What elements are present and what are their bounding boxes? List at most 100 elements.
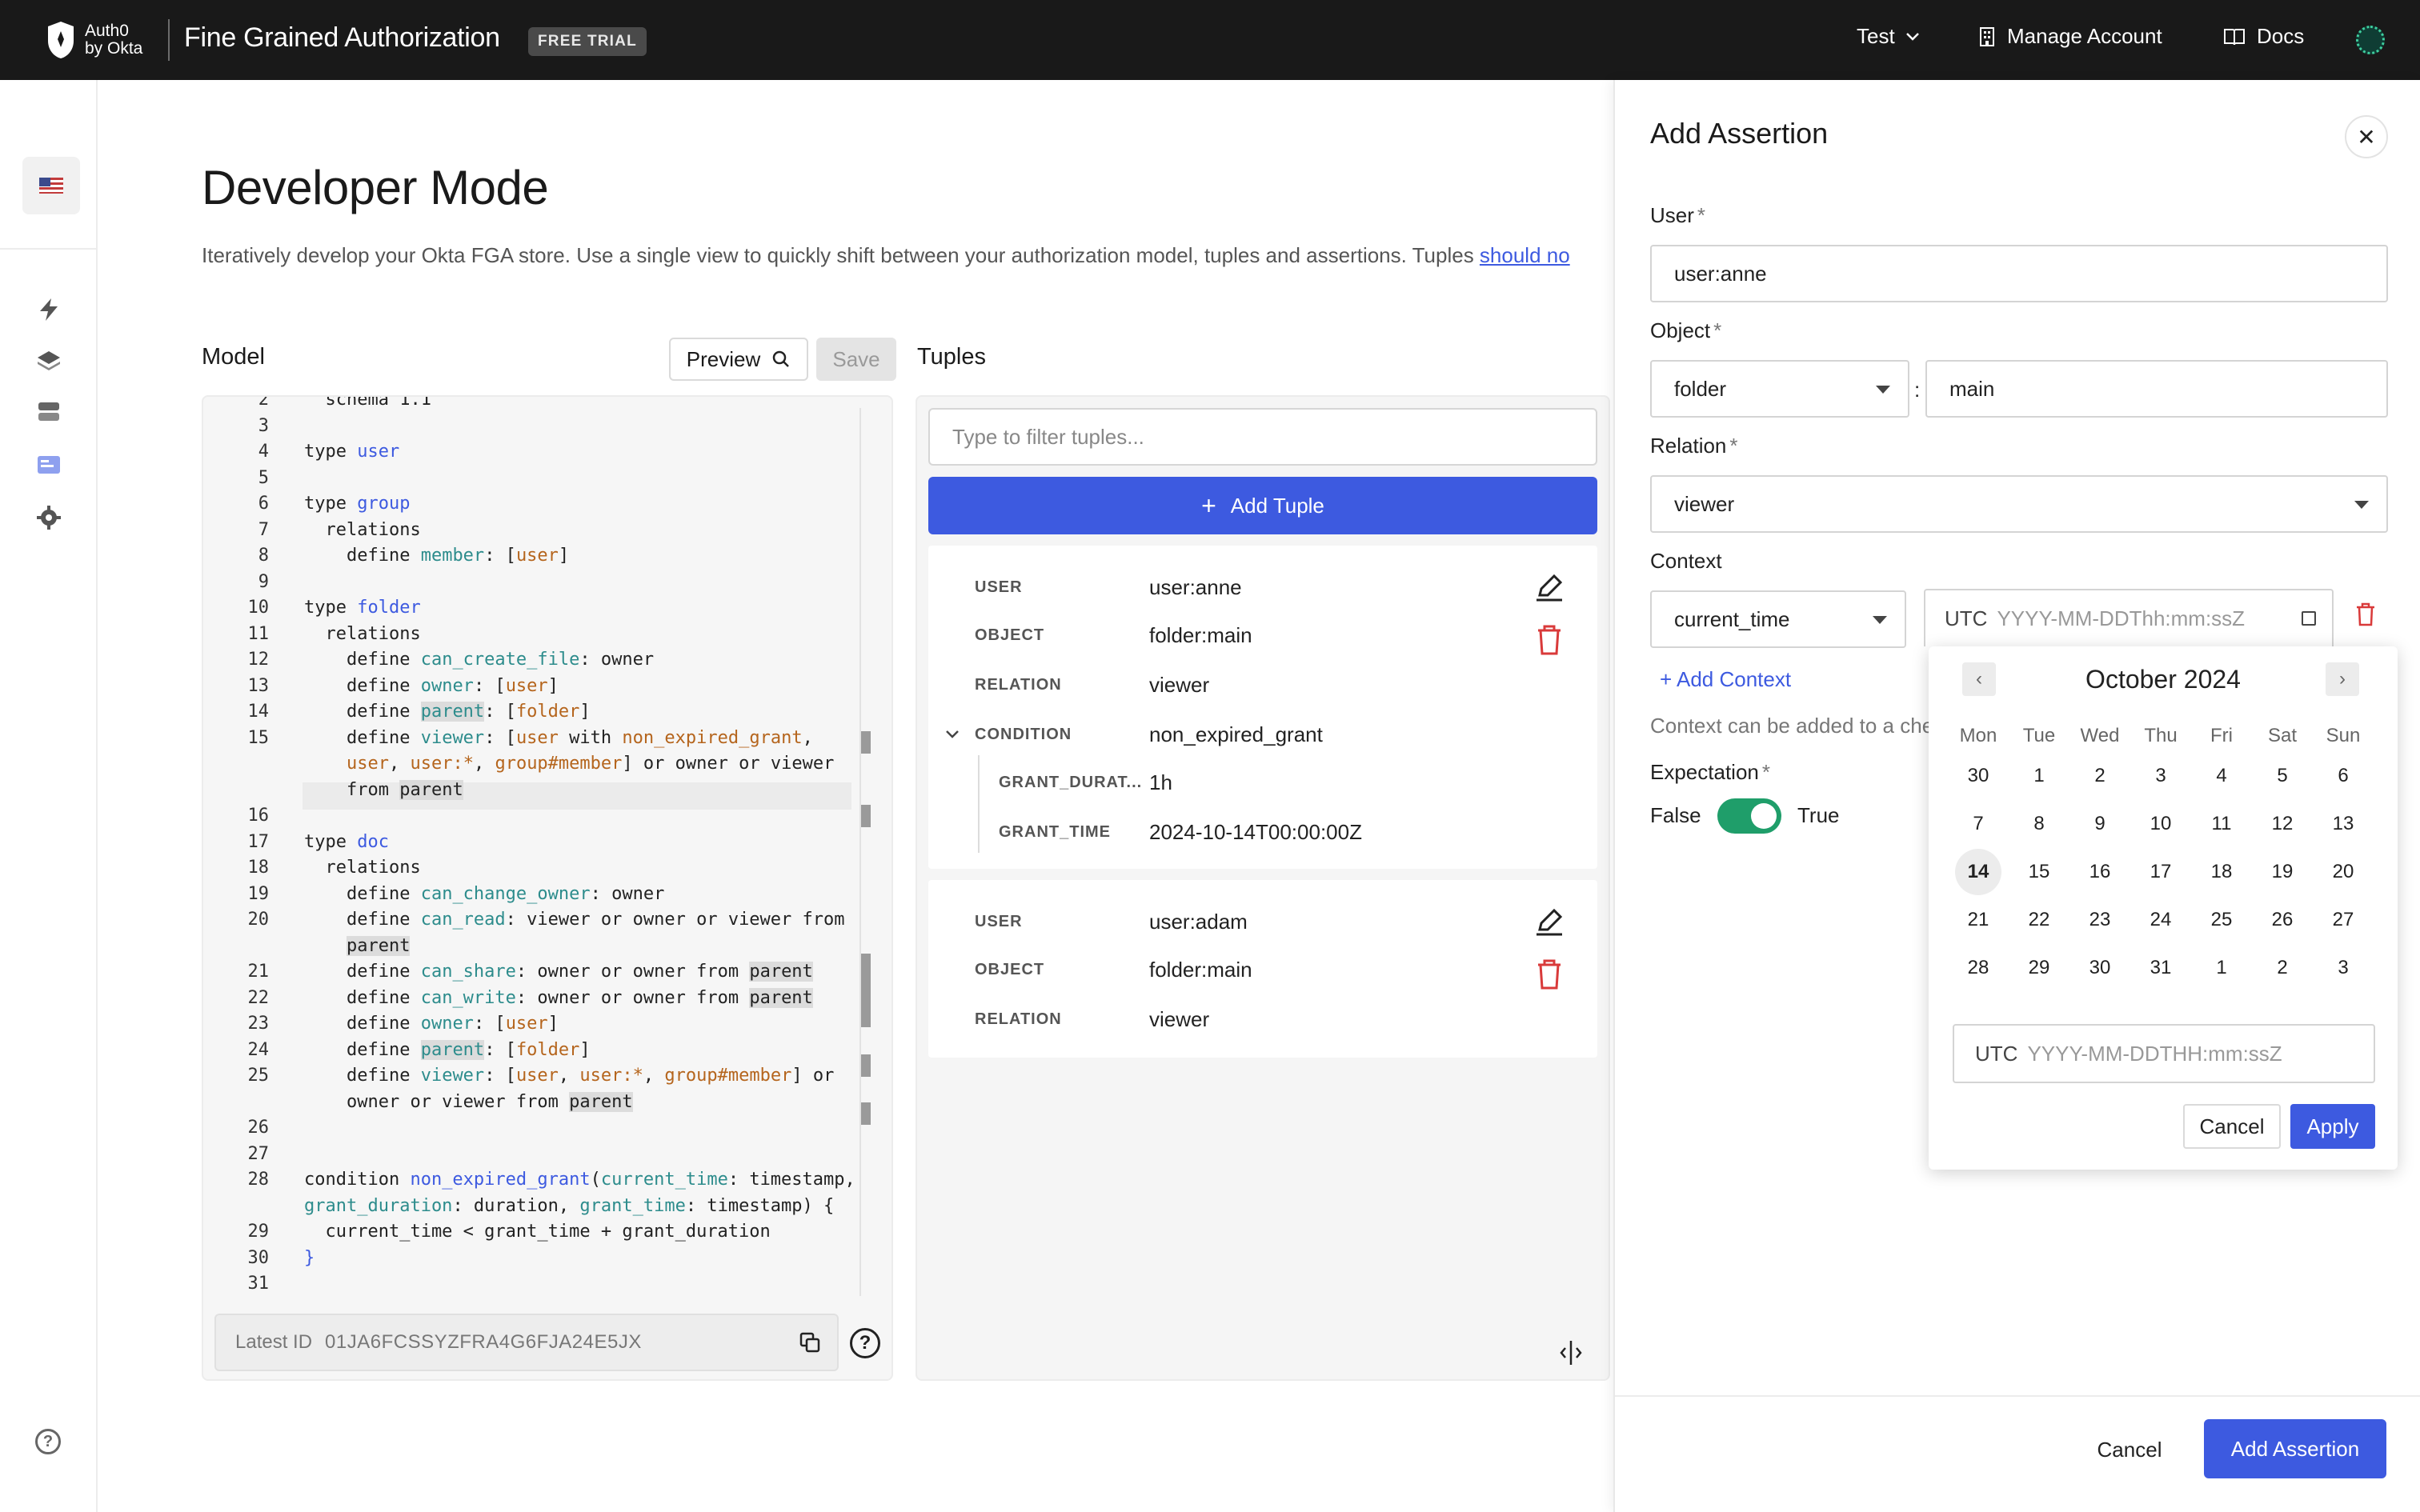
code-line[interactable]: 24 define parent: [folder] (203, 1038, 591, 1063)
user-input[interactable]: user:anne (1650, 245, 2388, 302)
calendar-day[interactable]: 20 (2313, 848, 2374, 896)
help-icon[interactable]: ? (35, 1429, 61, 1454)
calendar-day[interactable]: 24 (2130, 896, 2191, 944)
calendar-day[interactable]: 3 (2130, 752, 2191, 800)
code-line[interactable]: 6 type group (203, 491, 411, 517)
gear-icon[interactable] (35, 504, 62, 531)
calendar-day[interactable]: 6 (2313, 752, 2374, 800)
tenant-selector[interactable]: Test (1857, 24, 1921, 49)
editor-help-icon[interactable]: ? (850, 1328, 880, 1358)
calendar-day[interactable]: 30 (2069, 944, 2130, 992)
manage-account-link[interactable]: Manage Account (1978, 24, 2162, 49)
save-button[interactable]: Save (816, 338, 896, 381)
layers-icon[interactable] (35, 347, 62, 374)
code-line[interactable]: 23 define owner: [user] (203, 1011, 559, 1037)
calendar-day[interactable]: 2 (2252, 944, 2313, 992)
code-line[interactable]: 9 (203, 570, 269, 595)
code-line[interactable]: 30} (203, 1246, 315, 1271)
code-line[interactable]: 19 define can_change_owner: owner (203, 882, 665, 907)
context-key-select[interactable]: current_time (1650, 590, 1906, 648)
calendar-day[interactable]: 12 (2252, 800, 2313, 848)
code-line[interactable]: 5 (203, 466, 269, 491)
tuple-condition-row[interactable]: CONDITION non_expired_grant (928, 718, 1597, 750)
calendar-day[interactable]: 19 (2252, 848, 2313, 896)
calendar-day[interactable]: 3 (2313, 944, 2374, 992)
code-line[interactable]: 21 define can_share: owner or owner from… (203, 959, 813, 985)
code-line[interactable]: 20 define can_read: viewer or owner or v… (203, 907, 845, 933)
code-line[interactable]: 27 (203, 1142, 270, 1167)
calendar-day[interactable]: 18 (2191, 848, 2252, 896)
code-line[interactable]: 8 define member: [user] (203, 543, 569, 569)
calendar-day[interactable]: 8 (2009, 800, 2069, 848)
calendar-day[interactable]: 14 (1948, 848, 2009, 896)
calendar-day[interactable]: 25 (2191, 896, 2252, 944)
calendar-day[interactable]: 21 (1948, 896, 2009, 944)
editor-scrollbar[interactable] (859, 408, 861, 1296)
calendar-icon[interactable] (2302, 611, 2316, 626)
tuple-filter-input[interactable]: Type to filter tuples... (928, 408, 1597, 466)
code-area[interactable]: 2 schema 1.1 3 4 type user 5 6 type group 7 rel… (203, 397, 859, 1309)
calendar-day[interactable]: 1 (2009, 752, 2069, 800)
code-line[interactable]: 22 define can_write: owner or owner from… (203, 986, 813, 1011)
calendar-day[interactable]: 7 (1948, 800, 2009, 848)
picker-apply-button[interactable]: Apply (2290, 1104, 2375, 1149)
edit-icon[interactable] (1533, 571, 1565, 603)
calendar-day[interactable]: 17 (2130, 848, 2191, 896)
calendar-day[interactable]: 11 (2191, 800, 2252, 848)
calendar-day[interactable]: 28 (1948, 944, 2009, 992)
object-id-input[interactable]: main (1925, 360, 2388, 418)
lightning-icon[interactable] (35, 296, 62, 323)
calendar-day[interactable]: 30 (1948, 752, 2009, 800)
calendar-day[interactable]: 23 (2069, 896, 2130, 944)
calendar-day[interactable]: 15 (2009, 848, 2069, 896)
relation-select[interactable]: viewer (1650, 475, 2388, 533)
picker-cancel-button[interactable]: Cancel (2183, 1104, 2281, 1149)
code-line[interactable]: 3 (203, 414, 269, 439)
next-month-icon[interactable]: › (2326, 662, 2359, 696)
code-line[interactable]: 29 current_time < grant_time + grant_dur… (203, 1219, 771, 1245)
calendar-day[interactable]: 4 (2191, 752, 2252, 800)
code-line[interactable]: from parent (203, 778, 463, 803)
calendar-day[interactable]: 16 (2069, 848, 2130, 896)
code-line[interactable]: 31 (203, 1271, 270, 1297)
copy-icon[interactable] (799, 1331, 821, 1354)
calendar-day[interactable]: 5 (2252, 752, 2313, 800)
calendar-day[interactable]: 1 (2191, 944, 2252, 992)
code-line[interactable]: 26 (203, 1115, 270, 1141)
model-icon[interactable] (35, 451, 62, 478)
remove-context-trash-icon[interactable] (2354, 602, 2377, 627)
picker-datetime-input[interactable]: UTC YYYY-MM-DDTHH:mm:ssZ (1953, 1024, 2375, 1083)
code-line[interactable]: 7 relations (203, 518, 421, 543)
code-line[interactable]: 15 define viewer: [user with non_expired… (203, 726, 813, 751)
trash-icon[interactable] (1535, 624, 1564, 656)
code-line[interactable]: 12 define can_create_file: owner (203, 647, 655, 673)
code-line[interactable]: 13 define owner: [user] (203, 674, 559, 699)
calendar-day[interactable]: 26 (2252, 896, 2313, 944)
object-type-select[interactable]: folder (1650, 360, 1909, 418)
close-icon[interactable]: ✕ (2345, 115, 2388, 158)
expectation-toggle[interactable] (1717, 798, 1781, 834)
code-line[interactable]: 16 (203, 803, 270, 829)
calendar-day[interactable]: 13 (2313, 800, 2374, 848)
code-line[interactable]: 25 define viewer: [user, user:*, group#m… (203, 1063, 835, 1089)
code-line[interactable]: 2 schema 1.1 (203, 397, 431, 413)
code-line[interactable]: owner or viewer from parent (203, 1090, 633, 1115)
store-selector-button[interactable] (22, 157, 80, 214)
edit-icon[interactable] (1533, 906, 1565, 938)
code-line[interactable]: 14 define parent: [folder] (203, 699, 591, 725)
docs-link[interactable]: Docs (2223, 24, 2304, 49)
add-tuple-button[interactable]: + Add Tuple (928, 477, 1597, 534)
calendar-day[interactable]: 22 (2009, 896, 2069, 944)
code-line[interactable]: 18 relations (203, 855, 421, 881)
code-line[interactable]: 11 relations (203, 622, 421, 647)
calendar-day[interactable]: 29 (2009, 944, 2069, 992)
context-datetime-input[interactable]: UTC YYYY-MM-DDThh:mm:ssZ (1924, 589, 2334, 646)
calendar-day[interactable]: 9 (2069, 800, 2130, 848)
calendar-day[interactable]: 27 (2313, 896, 2374, 944)
chevron-down-icon[interactable] (944, 729, 960, 740)
calendar-day[interactable]: 2 (2069, 752, 2130, 800)
user-avatar[interactable] (2356, 26, 2385, 54)
model-editor[interactable]: 2 schema 1.1 3 4 type user 5 6 type group 7 rel… (202, 395, 893, 1381)
add-context-link[interactable]: + Add Context (1660, 667, 1791, 692)
code-line[interactable]: grant_duration: duration, grant_time: ti… (203, 1194, 834, 1219)
